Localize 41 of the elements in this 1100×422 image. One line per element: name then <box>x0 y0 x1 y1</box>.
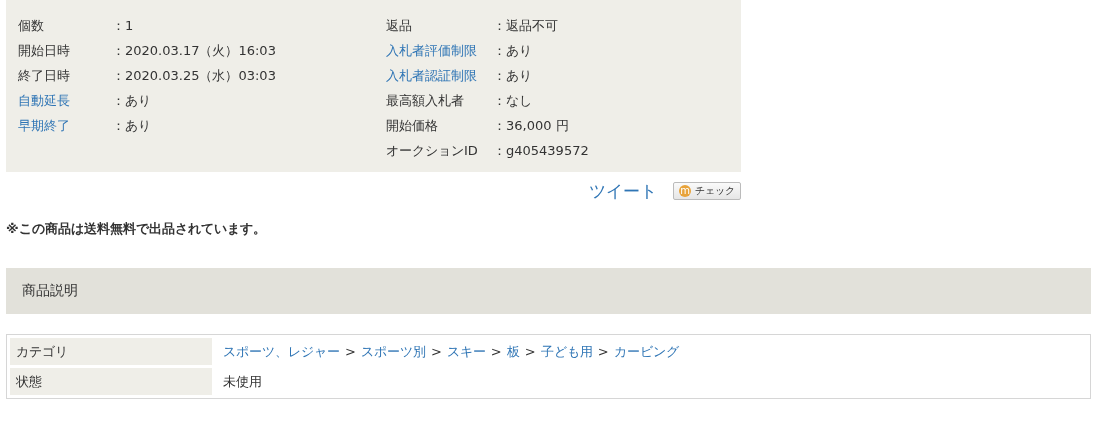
table-header-cell: 状態 <box>10 368 212 395</box>
info-value: ：なし <box>493 91 532 110</box>
table-cell-text: 未使用 <box>222 372 263 391</box>
info-value: ：2020.03.17（火）16:03 <box>112 41 276 60</box>
info-value: ：返品不可 <box>493 16 558 35</box>
info-label: 個数 <box>18 16 45 35</box>
info-label: 最高額入札者 <box>386 91 465 110</box>
check-button[interactable]: m チェック <box>673 182 741 200</box>
info-label: 終了日時 <box>18 66 71 85</box>
info-link[interactable]: 早期終了 <box>18 116 112 135</box>
info-value: ：あり <box>112 91 151 110</box>
category-link[interactable]: スポーツ別 <box>360 343 426 359</box>
info-value: ：36,000 円 <box>493 116 569 135</box>
breadcrumb-separator: > <box>430 343 442 359</box>
info-value: ：あり <box>112 116 151 135</box>
info-value: ：あり <box>493 66 532 85</box>
shipping-notice: ※この商品は送料無料で出品されています。 <box>6 220 267 238</box>
info-label: 返品 <box>386 16 413 35</box>
info-value: ：2020.03.25（水）03:03 <box>112 66 276 85</box>
breadcrumb-separator: > <box>524 343 536 359</box>
section-title: 商品説明 <box>22 282 78 300</box>
table-header-cell: カテゴリ <box>10 338 212 365</box>
breadcrumb-separator: > <box>490 343 502 359</box>
tweet-link[interactable]: ツイート <box>589 179 657 203</box>
breadcrumb-separator: > <box>345 343 356 359</box>
info-value: ：あり <box>493 41 532 60</box>
info-label: オークションID <box>386 141 479 160</box>
info-link[interactable]: 自動延長 <box>18 91 112 110</box>
info-link[interactable]: 入札者認証制限 <box>386 66 493 85</box>
category-link[interactable]: 板 <box>506 343 520 359</box>
category-link[interactable]: スポーツ、レジャー <box>223 343 340 359</box>
category-link[interactable]: カービング <box>613 343 679 359</box>
category-link[interactable]: 子ども用 <box>540 343 593 359</box>
breadcrumb-separator: > <box>597 343 609 359</box>
logo-icon: m <box>679 185 691 197</box>
info-label: 開始価格 <box>386 116 439 135</box>
info-link[interactable]: 入札者評価制限 <box>386 41 493 60</box>
info-value: ：g405439572 <box>493 141 589 160</box>
info-value: ：1 <box>112 16 134 35</box>
info-label: 開始日時 <box>18 41 71 60</box>
category-link[interactable]: スキー <box>446 343 486 359</box>
